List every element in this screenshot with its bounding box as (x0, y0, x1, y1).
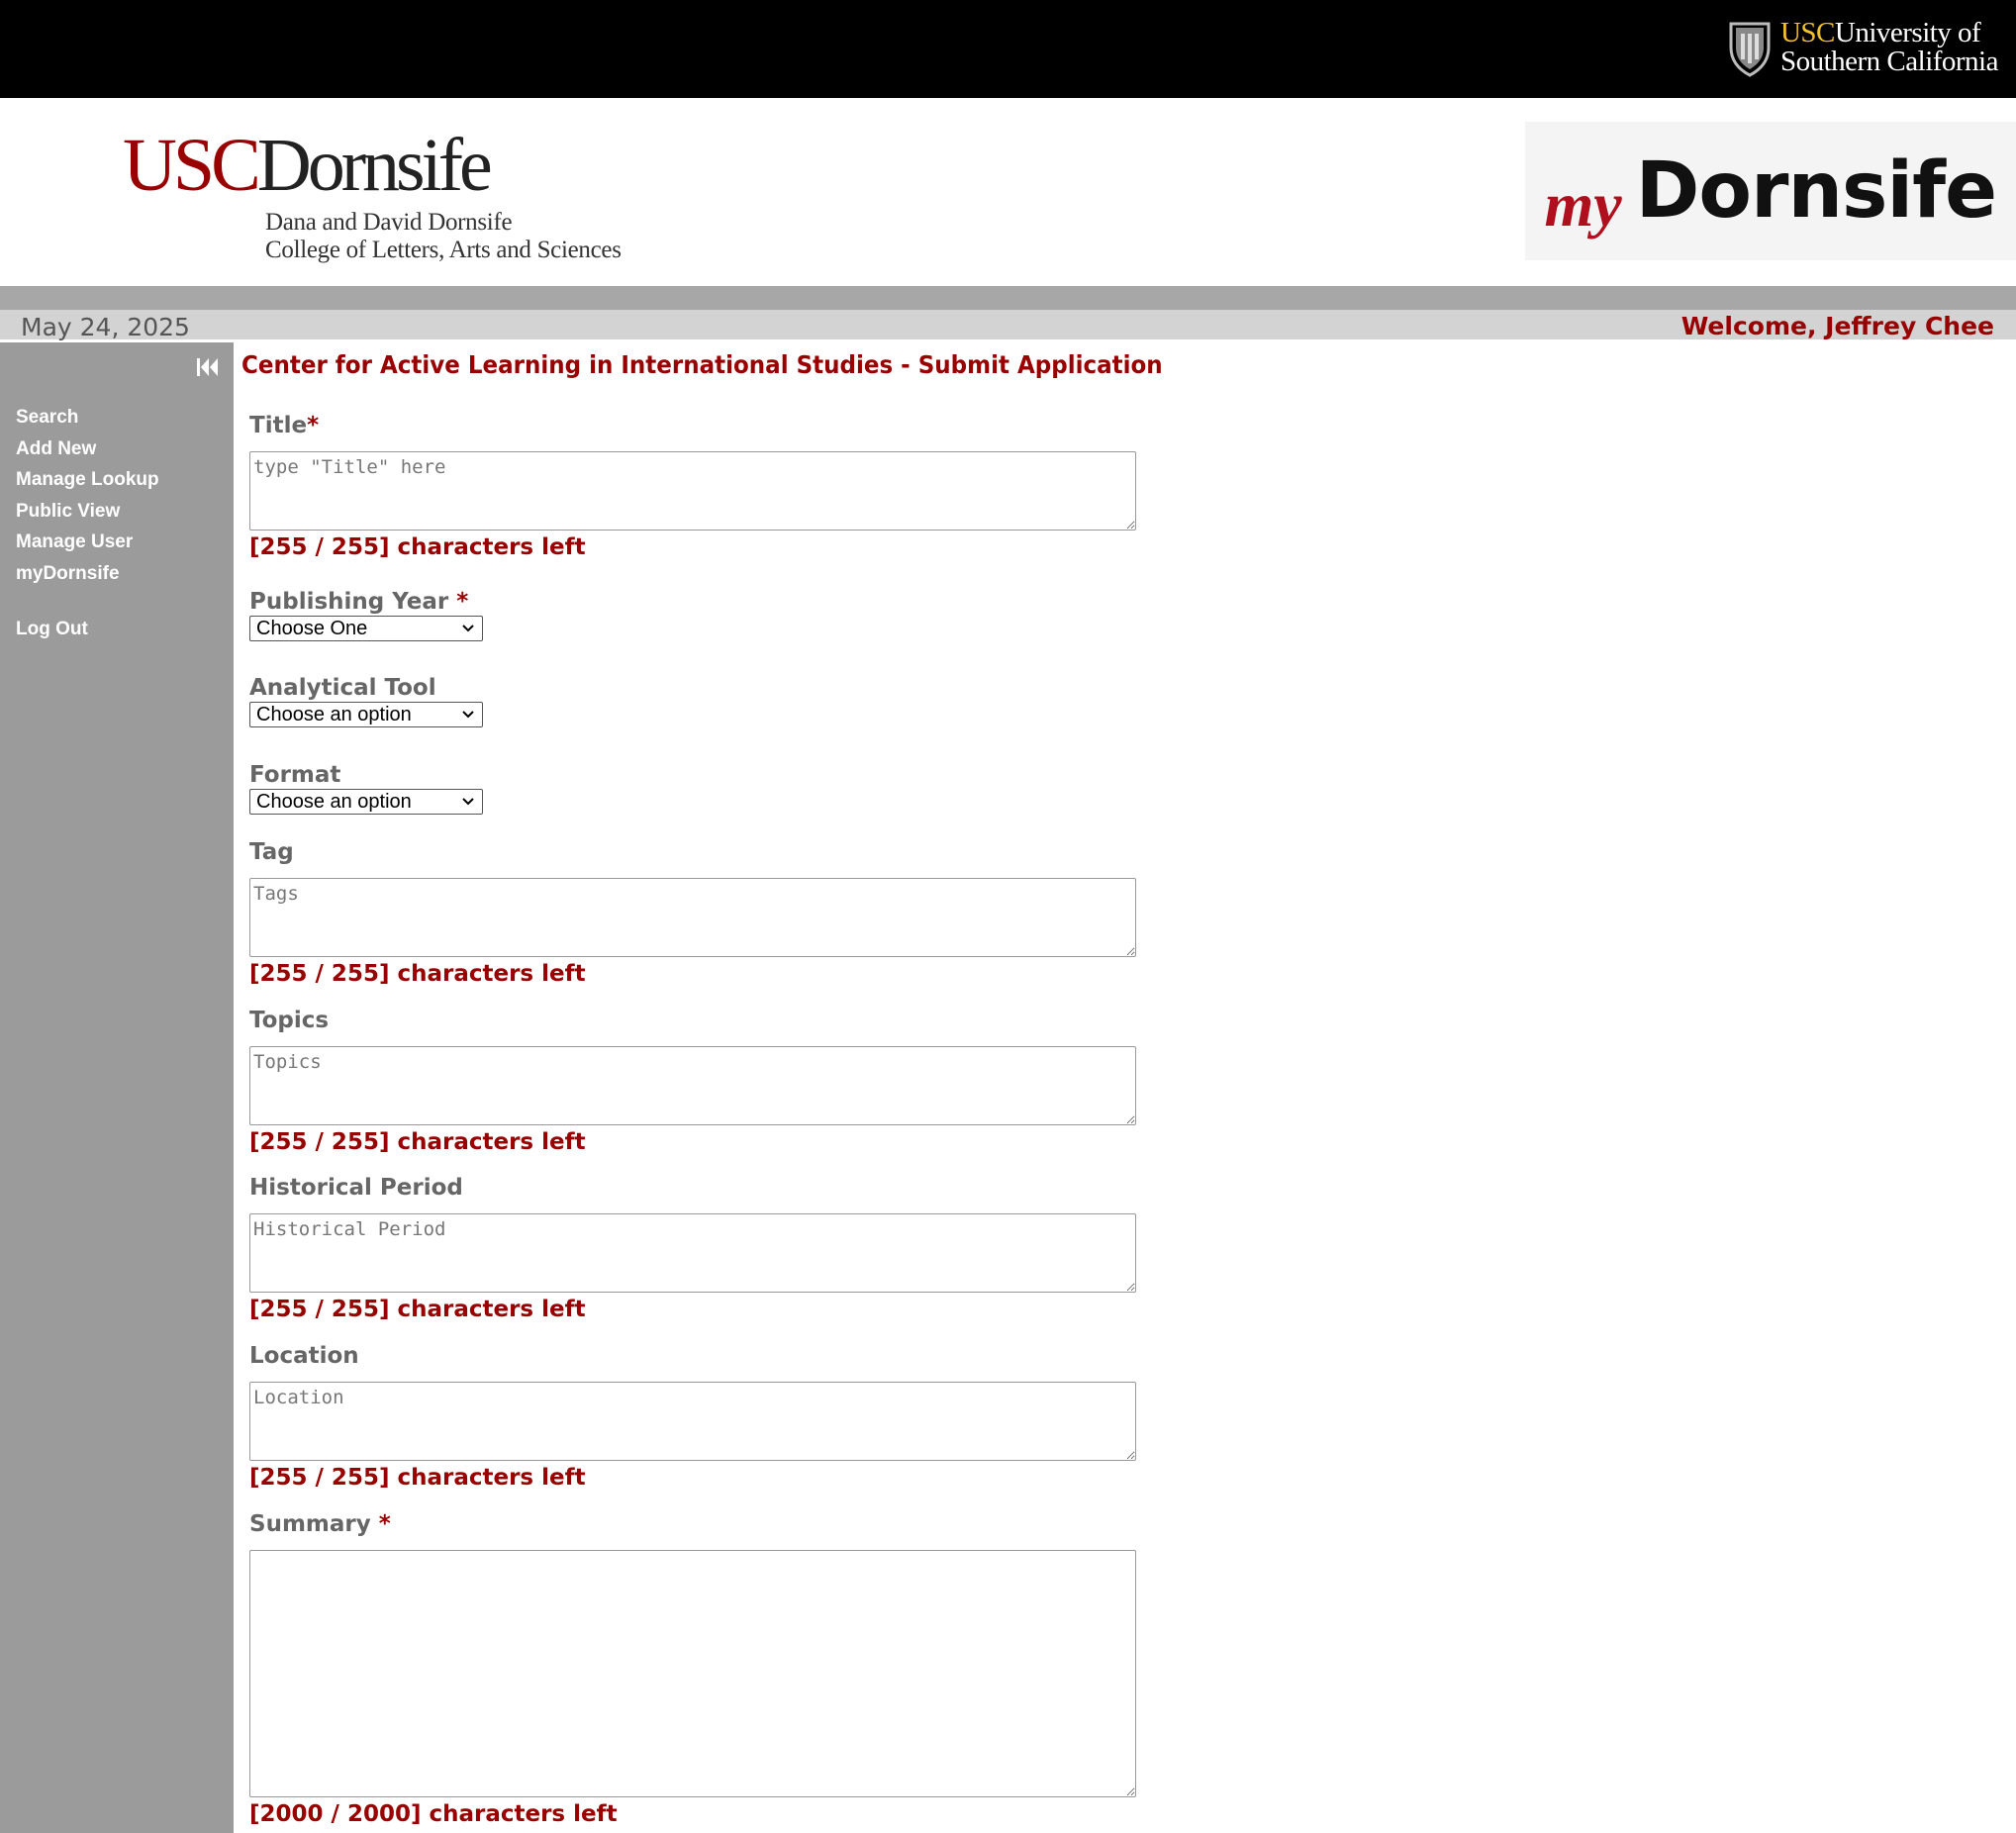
summary-field: Summary * [2000 / 2000] characters left (249, 1510, 1136, 1827)
header-divider (0, 286, 2016, 310)
title-input[interactable] (249, 451, 1136, 531)
usc-wordmark-usc: USC (1779, 17, 1835, 48)
chevron-down-icon (462, 798, 474, 806)
sidebar-item-log-out[interactable]: Log Out (16, 614, 159, 645)
sidebar-item-mydornsife[interactable]: myDornsife (16, 558, 159, 590)
historical-period-input[interactable] (249, 1213, 1136, 1293)
mydornsife-logo-name: Dornsife (1635, 146, 1997, 236)
summary-input[interactable] (249, 1550, 1136, 1797)
historical-period-field: Historical Period [255 / 255] characters… (249, 1174, 1136, 1322)
format-select[interactable]: Choose an option (249, 789, 483, 815)
topics-input[interactable] (249, 1046, 1136, 1125)
collapse-sidebar-icon[interactable] (196, 356, 220, 378)
topics-field: Topics [255 / 255] characters left (249, 1007, 1136, 1155)
location-label: Location (249, 1343, 359, 1369)
top-bar: USCUniversity of Southern California (0, 0, 2016, 98)
analytical-tool-label: Analytical Tool (249, 675, 436, 701)
mydornsife-logo[interactable]: my Dornsife (1525, 122, 2016, 260)
publishing-year-select[interactable]: Choose One (249, 616, 483, 641)
analytical-tool-field: Analytical Tool Choose an option (249, 674, 483, 727)
current-date: May 24, 2025 (21, 313, 190, 341)
historical-period-label: Historical Period (249, 1175, 463, 1201)
format-label: Format (249, 762, 341, 788)
usc-university-wordmark: USCUniversity of Southern California (1779, 17, 1999, 77)
publishing-year-field: Publishing Year * Choose One (249, 588, 483, 641)
summary-char-counter: [2000 / 2000] characters left (249, 1801, 618, 1827)
topics-char-counter: [255 / 255] characters left (249, 1129, 586, 1155)
title-field: Title* [255 / 255] characters left (249, 412, 1136, 560)
main-content: Center for Active Learning in Internatio… (241, 342, 2003, 1833)
sidebar-nav: Search Add New Manage Lookup Public View… (16, 402, 159, 645)
usc-wordmark-line2: Southern California (1779, 46, 1999, 77)
usc-university-logo[interactable]: USCUniversity of Southern California (1727, 16, 1999, 79)
location-char-counter: [255 / 255] characters left (249, 1465, 586, 1491)
analytical-tool-select[interactable]: Choose an option (249, 702, 483, 727)
location-input[interactable] (249, 1382, 1136, 1461)
topics-label: Topics (249, 1008, 330, 1033)
usc-seal-icon (1729, 22, 1771, 77)
header-banner: USCDornsife Dana and David Dornsife Coll… (0, 98, 2016, 286)
sidebar-item-manage-lookup[interactable]: Manage Lookup (16, 464, 159, 496)
summary-label: Summary * (249, 1511, 391, 1537)
title-label: Title* (249, 413, 320, 438)
dornsife-logo-usc: USC (123, 124, 261, 207)
publishing-year-value: Choose One (256, 618, 368, 639)
required-marker: * (378, 1511, 391, 1537)
mydornsife-logo-my: my (1544, 169, 1622, 240)
historical-period-char-counter: [255 / 255] characters left (249, 1297, 586, 1322)
sidebar-item-manage-user[interactable]: Manage User (16, 527, 159, 558)
format-field: Format Choose an option (249, 761, 483, 815)
status-bar: May 24, 2025 Welcome, Jeffrey Chee (0, 310, 2016, 341)
tag-label: Tag (249, 839, 294, 865)
tag-field: Tag [255 / 255] characters left (249, 838, 1136, 987)
chevron-down-icon (462, 625, 474, 632)
analytical-tool-value: Choose an option (256, 704, 412, 725)
chevron-down-icon (462, 711, 474, 719)
sidebar-item-add-new[interactable]: Add New (16, 434, 159, 465)
page-title: Center for Active Learning in Internatio… (241, 350, 1163, 379)
location-field: Location [255 / 255] characters left (249, 1342, 1136, 1491)
usc-wordmark-line1: University of (1834, 17, 1981, 48)
sidebar: Search Add New Manage Lookup Public View… (0, 342, 234, 1833)
tag-input[interactable] (249, 878, 1136, 957)
tag-char-counter: [255 / 255] characters left (249, 961, 586, 987)
title-char-counter: [255 / 255] characters left (249, 534, 586, 560)
sidebar-item-search[interactable]: Search (16, 402, 159, 434)
required-marker: * (307, 413, 320, 438)
sidebar-item-public-view[interactable]: Public View (16, 496, 159, 528)
publishing-year-label: Publishing Year * (249, 589, 469, 615)
dornsife-logo-name: Dornsife (256, 124, 493, 207)
dornsife-logo-subtitle-1: Dana and David Dornsife (265, 209, 513, 236)
format-value: Choose an option (256, 791, 412, 813)
usc-dornsife-logo[interactable]: USCDornsife Dana and David Dornsife Coll… (123, 128, 622, 264)
required-marker: * (456, 589, 469, 615)
dornsife-logo-subtitle-2: College of Letters, Arts and Sciences (265, 237, 622, 263)
welcome-message: Welcome, Jeffrey Chee (1680, 312, 1994, 340)
